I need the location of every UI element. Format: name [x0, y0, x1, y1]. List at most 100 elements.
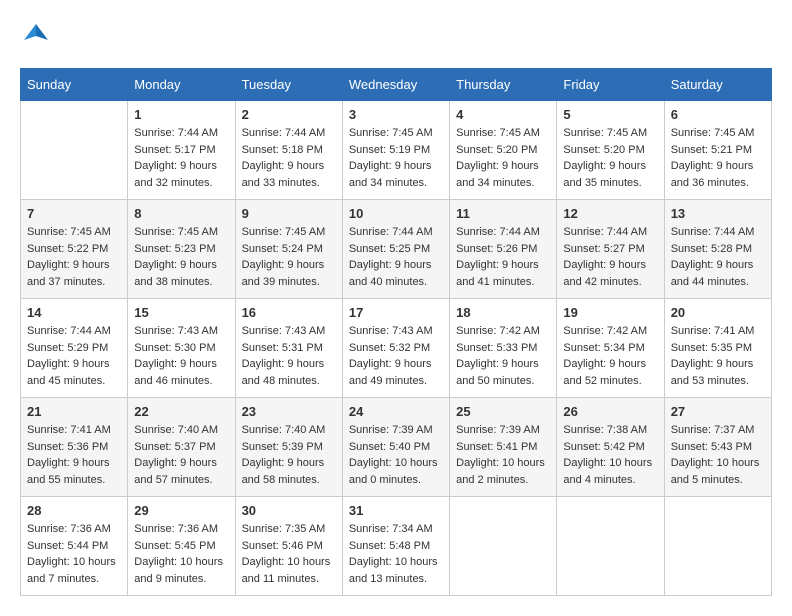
day-info: Sunrise: 7:44 AM Sunset: 5:27 PM Dayligh… [563, 224, 657, 290]
day-number: 15 [134, 305, 228, 320]
day-number: 2 [242, 107, 336, 122]
day-number: 3 [349, 107, 443, 122]
day-number: 16 [242, 305, 336, 320]
day-info: Sunrise: 7:36 AM Sunset: 5:45 PM Dayligh… [134, 521, 228, 587]
day-number: 4 [456, 107, 550, 122]
calendar-cell: 18Sunrise: 7:42 AM Sunset: 5:33 PM Dayli… [450, 299, 557, 398]
calendar-cell: 25 Sunrise: 7:39 AM Sunset: 5:41 PM Dayli… [450, 398, 557, 497]
calendar-cell: 4 Sunrise: 7:45 AM Sunset: 5:20 PM Daylig… [450, 101, 557, 200]
day-of-week-header: Friday [557, 69, 664, 101]
calendar-cell [21, 101, 128, 200]
day-of-week-header: Wednesday [342, 69, 449, 101]
day-info: Sunrise: 7:45 AM Sunset: 5:19 PM Dayligh… [349, 125, 443, 191]
calendar-cell: 24 Sunrise: 7:39 AM Sunset: 5:40 PM Dayli… [342, 398, 449, 497]
day-number: 19 [563, 305, 657, 320]
day-info: Sunrise: 7:39 AM Sunset: 5:40 PM Dayligh… [349, 422, 443, 488]
day-info: Sunrise: 7:37 AM Sunset: 5:43 PM Dayligh… [671, 422, 765, 488]
day-number: 21 [27, 404, 121, 419]
calendar-cell: 1 Sunrise: 7:44 AM Sunset: 5:17 PM Daylig… [128, 101, 235, 200]
day-info: Sunrise: 7:40 AM Sunset: 5:37 PM Dayligh… [134, 422, 228, 488]
days-of-week-row: SundayMondayTuesdayWednesdayThursdayFrid… [21, 69, 772, 101]
calendar-cell: 28 Sunrise: 7:36 AM Sunset: 5:44 PM Dayli… [21, 497, 128, 596]
calendar-cell: 31 Sunrise: 7:34 AM Sunset: 5:48 PM Dayli… [342, 497, 449, 596]
day-info: Sunrise: 7:43 AM Sunset: 5:32 PM Dayligh… [349, 323, 443, 389]
day-info: Sunrise: 7:44 AM Sunset: 5:28 PM Dayligh… [671, 224, 765, 290]
day-of-week-header: Monday [128, 69, 235, 101]
day-number: 7 [27, 206, 121, 221]
calendar-cell: 5Sunrise: 7:45 AM Sunset: 5:20 PM Daylig… [557, 101, 664, 200]
calendar-cell: 6 Sunrise: 7:45 AM Sunset: 5:21 PM Daylig… [664, 101, 771, 200]
day-info: Sunrise: 7:42 AM Sunset: 5:34 PM Dayligh… [563, 323, 657, 389]
logo [20, 20, 56, 52]
day-info: Sunrise: 7:36 AM Sunset: 5:44 PM Dayligh… [27, 521, 121, 587]
calendar-cell: 20 Sunrise: 7:41 AM Sunset: 5:35 PM Dayli… [664, 299, 771, 398]
day-number: 11 [456, 206, 550, 221]
day-number: 13 [671, 206, 765, 221]
day-number: 9 [242, 206, 336, 221]
calendar-cell: 19 Sunrise: 7:42 AM Sunset: 5:34 PM Dayli… [557, 299, 664, 398]
day-info: Sunrise: 7:44 AM Sunset: 5:26 PM Dayligh… [456, 224, 550, 290]
day-info: Sunrise: 7:44 AM Sunset: 5:18 PM Dayligh… [242, 125, 336, 191]
day-of-week-header: Sunday [21, 69, 128, 101]
day-number: 1 [134, 107, 228, 122]
day-number: 31 [349, 503, 443, 518]
calendar-cell: 30Sunrise: 7:35 AM Sunset: 5:46 PM Dayli… [235, 497, 342, 596]
day-info: Sunrise: 7:40 AM Sunset: 5:39 PM Dayligh… [242, 422, 336, 488]
day-info: Sunrise: 7:45 AM Sunset: 5:23 PM Dayligh… [134, 224, 228, 290]
day-info: Sunrise: 7:42 AM Sunset: 5:33 PM Dayligh… [456, 323, 550, 389]
day-of-week-header: Thursday [450, 69, 557, 101]
calendar-cell: 23Sunrise: 7:40 AM Sunset: 5:39 PM Dayli… [235, 398, 342, 497]
calendar-cell: 16 Sunrise: 7:43 AM Sunset: 5:31 PM Dayli… [235, 299, 342, 398]
day-number: 5 [563, 107, 657, 122]
day-info: Sunrise: 7:43 AM Sunset: 5:31 PM Dayligh… [242, 323, 336, 389]
day-info: Sunrise: 7:34 AM Sunset: 5:48 PM Dayligh… [349, 521, 443, 587]
day-info: Sunrise: 7:41 AM Sunset: 5:36 PM Dayligh… [27, 422, 121, 488]
day-info: Sunrise: 7:45 AM Sunset: 5:20 PM Dayligh… [456, 125, 550, 191]
day-number: 28 [27, 503, 121, 518]
calendar-cell: 14 Sunrise: 7:44 AM Sunset: 5:29 PM Dayli… [21, 299, 128, 398]
calendar-cell: 17 Sunrise: 7:43 AM Sunset: 5:32 PM Dayli… [342, 299, 449, 398]
day-info: Sunrise: 7:45 AM Sunset: 5:21 PM Dayligh… [671, 125, 765, 191]
calendar-week-row: 28 Sunrise: 7:36 AM Sunset: 5:44 PM Dayli… [21, 497, 772, 596]
day-number: 17 [349, 305, 443, 320]
day-number: 14 [27, 305, 121, 320]
calendar-cell: 10Sunrise: 7:44 AM Sunset: 5:25 PM Dayli… [342, 200, 449, 299]
calendar-cell: 26 Sunrise: 7:38 AM Sunset: 5:42 PM Dayli… [557, 398, 664, 497]
day-info: Sunrise: 7:44 AM Sunset: 5:29 PM Dayligh… [27, 323, 121, 389]
calendar-cell: 15Sunrise: 7:43 AM Sunset: 5:30 PM Dayli… [128, 299, 235, 398]
day-number: 25 [456, 404, 550, 419]
calendar-cell: 7 Sunrise: 7:45 AM Sunset: 5:22 PM Daylig… [21, 200, 128, 299]
day-number: 12 [563, 206, 657, 221]
day-info: Sunrise: 7:35 AM Sunset: 5:46 PM Dayligh… [242, 521, 336, 587]
calendar-table: SundayMondayTuesdayWednesdayThursdayFrid… [20, 68, 772, 596]
calendar-cell: 2 Sunrise: 7:44 AM Sunset: 5:18 PM Daylig… [235, 101, 342, 200]
calendar-cell: 11 Sunrise: 7:44 AM Sunset: 5:26 PM Dayli… [450, 200, 557, 299]
day-number: 8 [134, 206, 228, 221]
calendar-cell [664, 497, 771, 596]
calendar-cell: 13 Sunrise: 7:44 AM Sunset: 5:28 PM Dayli… [664, 200, 771, 299]
calendar-cell [557, 497, 664, 596]
day-number: 27 [671, 404, 765, 419]
day-info: Sunrise: 7:38 AM Sunset: 5:42 PM Dayligh… [563, 422, 657, 488]
calendar-body: 1 Sunrise: 7:44 AM Sunset: 5:17 PM Daylig… [21, 101, 772, 596]
day-number: 24 [349, 404, 443, 419]
day-of-week-header: Saturday [664, 69, 771, 101]
day-number: 20 [671, 305, 765, 320]
calendar-cell: 8 Sunrise: 7:45 AM Sunset: 5:23 PM Daylig… [128, 200, 235, 299]
day-number: 6 [671, 107, 765, 122]
day-number: 10 [349, 206, 443, 221]
calendar-week-row: 7 Sunrise: 7:45 AM Sunset: 5:22 PM Daylig… [21, 200, 772, 299]
calendar-week-row: 1 Sunrise: 7:44 AM Sunset: 5:17 PM Daylig… [21, 101, 772, 200]
calendar-cell: 21 Sunrise: 7:41 AM Sunset: 5:36 PM Dayli… [21, 398, 128, 497]
day-info: Sunrise: 7:39 AM Sunset: 5:41 PM Dayligh… [456, 422, 550, 488]
calendar-week-row: 21 Sunrise: 7:41 AM Sunset: 5:36 PM Dayli… [21, 398, 772, 497]
calendar-cell: 29Sunrise: 7:36 AM Sunset: 5:45 PM Dayli… [128, 497, 235, 596]
day-info: Sunrise: 7:45 AM Sunset: 5:22 PM Dayligh… [27, 224, 121, 290]
day-info: Sunrise: 7:41 AM Sunset: 5:35 PM Dayligh… [671, 323, 765, 389]
calendar-cell [450, 497, 557, 596]
day-number: 26 [563, 404, 657, 419]
calendar-cell: 27 Sunrise: 7:37 AM Sunset: 5:43 PM Dayli… [664, 398, 771, 497]
calendar-cell: 22Sunrise: 7:40 AM Sunset: 5:37 PM Dayli… [128, 398, 235, 497]
day-info: Sunrise: 7:45 AM Sunset: 5:24 PM Dayligh… [242, 224, 336, 290]
day-info: Sunrise: 7:44 AM Sunset: 5:17 PM Dayligh… [134, 125, 228, 191]
